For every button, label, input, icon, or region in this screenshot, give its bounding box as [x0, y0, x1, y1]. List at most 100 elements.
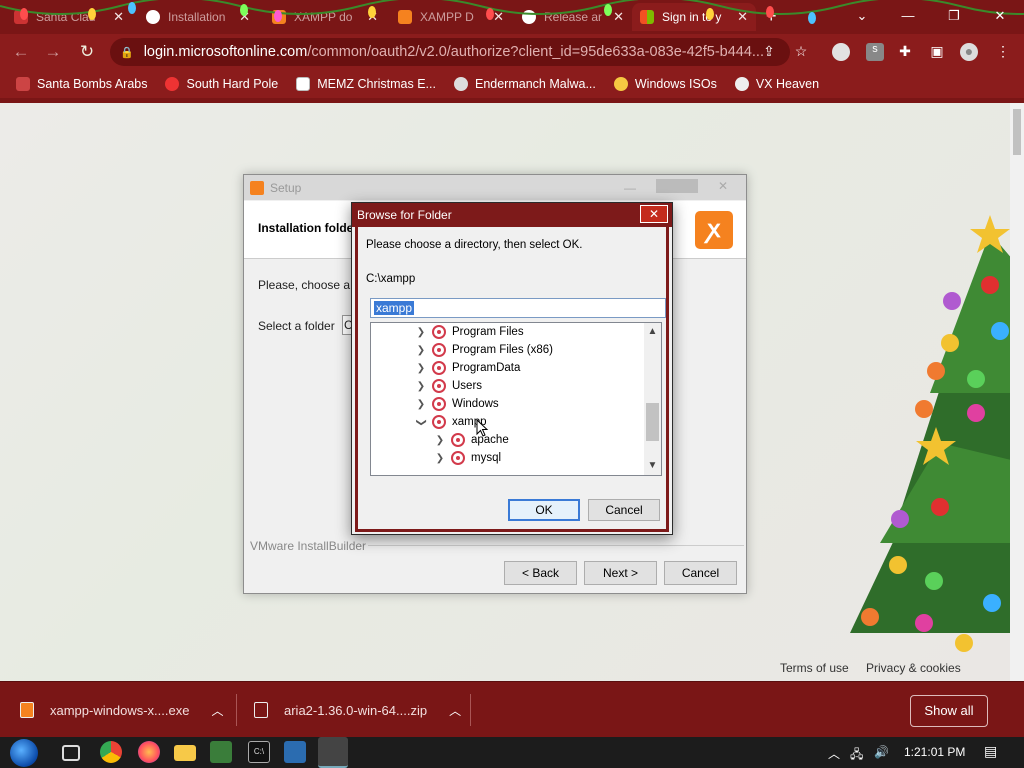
- tree-item-program-files-x86[interactable]: ❯ Program Files (x86): [415, 343, 553, 357]
- volume-icon[interactable]: 🔊: [874, 745, 889, 759]
- divider: [236, 694, 237, 726]
- chevron-up-icon[interactable]: ︿: [211, 702, 223, 719]
- extension-s-icon[interactable]: s: [866, 43, 884, 61]
- tree-item-users[interactable]: ❯ Users: [415, 379, 482, 393]
- folder-tree[interactable]: ❯ Program Files ❯ Program Files (x86) ❯ Pro…: [370, 322, 662, 476]
- scroll-down-arrow-icon[interactable]: ▼: [644, 457, 661, 474]
- tab-search-button[interactable]: ⌄: [840, 4, 884, 28]
- download-item-xampp[interactable]: xampp-windows-x....exe ︿: [20, 682, 223, 738]
- close-tab-icon[interactable]: ✕: [737, 9, 748, 25]
- scroll-up-arrow-icon[interactable]: ▲: [644, 323, 661, 340]
- restore-button[interactable]: ❐: [932, 4, 976, 28]
- chevron-right-icon[interactable]: ❯: [415, 345, 427, 356]
- close-tab-icon[interactable]: ✕: [113, 9, 124, 25]
- xampp-file-icon: [20, 702, 34, 718]
- tab-strip: Santa Clau ✕ Installation ✕ XAMPP do ✕ X…: [0, 0, 1024, 34]
- bookmark-vx-heaven[interactable]: VX Heaven: [734, 77, 819, 91]
- firefox-icon[interactable]: [138, 741, 160, 763]
- tree-item-apache[interactable]: ❯ apache: [434, 433, 509, 447]
- windows-taskbar: C:\ ︿ 🖧 🔊 1:21:01 PM ▤: [0, 737, 1024, 768]
- terms-link[interactable]: Terms of use: [780, 661, 849, 675]
- zip-file-icon: [254, 702, 268, 718]
- close-tab-icon[interactable]: ✕: [239, 9, 250, 25]
- notifications-icon[interactable]: ▤: [984, 743, 997, 760]
- bookmark-star-icon[interactable]: ☆: [792, 43, 810, 61]
- installer-icon[interactable]: [210, 741, 232, 763]
- bookmarks-bar: Santa Bombs Arabs South Hard Pole MEMZ C…: [0, 70, 1024, 98]
- folder-icon: [432, 397, 446, 411]
- close-tab-icon[interactable]: ✕: [493, 9, 504, 25]
- task-view-icon[interactable]: [62, 745, 80, 761]
- reload-icon[interactable]: ↻: [76, 42, 98, 62]
- tree-scrollbar[interactable]: ▲ ▼: [644, 323, 661, 475]
- tab-xampp-download[interactable]: XAMPP do ✕: [264, 3, 386, 31]
- setup-maximize-button[interactable]: [656, 179, 698, 193]
- profile-avatar-icon[interactable]: ●: [960, 43, 978, 61]
- downloads-bar: xampp-windows-x....exe ︿ aria2-1.36.0-wi…: [0, 681, 1024, 737]
- close-tab-icon[interactable]: ✕: [367, 9, 378, 25]
- chevron-right-icon[interactable]: ❯: [434, 435, 446, 446]
- bookmark-windows-isos[interactable]: Windows ISOs: [613, 77, 717, 91]
- scrollbar-thumb[interactable]: [1013, 109, 1021, 155]
- tab-sign-in[interactable]: Sign in to y ✕: [632, 3, 756, 31]
- back-icon[interactable]: ←: [10, 42, 32, 62]
- chevron-right-icon[interactable]: ❯: [415, 327, 427, 338]
- file-explorer-icon[interactable]: [174, 745, 196, 761]
- extension-flag-icon[interactable]: [832, 43, 850, 61]
- show-all-button[interactable]: Show all: [910, 695, 988, 727]
- tab-xampp-docs[interactable]: XAMPP D ✕: [390, 3, 512, 31]
- dialog-body: Please choose a directory, then select O…: [355, 227, 669, 532]
- terminal-icon[interactable]: C:\: [248, 741, 270, 763]
- tree-item-windows[interactable]: ❯ Windows: [415, 397, 499, 411]
- menu-kebab-icon[interactable]: ⋮: [994, 43, 1012, 61]
- tree-item-mysql[interactable]: ❯ mysql: [434, 451, 501, 465]
- tab-santa[interactable]: Santa Clau ✕: [6, 3, 132, 31]
- address-bar[interactable]: 🔒 login.microsoftonline.com/common/oauth…: [110, 38, 790, 66]
- setup-minimize-button[interactable]: —: [624, 181, 636, 195]
- tree-item-program-files[interactable]: ❯ Program Files: [415, 325, 524, 339]
- folder-name-input[interactable]: xampp: [370, 298, 666, 318]
- tab-release[interactable]: Release ar ✕: [514, 3, 632, 31]
- extensions-puzzle-icon[interactable]: ✚: [896, 43, 914, 61]
- download-item-aria2[interactable]: aria2-1.36.0-win-64....zip ︿: [254, 682, 461, 738]
- setup-close-button[interactable]: ✕: [718, 179, 728, 193]
- chevron-right-icon[interactable]: ❯: [415, 399, 427, 410]
- close-tab-icon[interactable]: ✕: [613, 9, 624, 25]
- lock-icon: 🔒: [120, 46, 134, 59]
- dialog-cancel-button[interactable]: Cancel: [588, 499, 660, 521]
- bookmark-memz[interactable]: MEMZ Christmas E...: [296, 77, 436, 91]
- dialog-close-button[interactable]: ✕: [640, 205, 668, 223]
- share-icon[interactable]: ⇪: [760, 43, 778, 61]
- chevron-right-icon[interactable]: ❯: [415, 363, 427, 374]
- remote-desktop-icon[interactable]: [284, 741, 306, 763]
- bookmark-endermanch[interactable]: Endermanch Malwa...: [453, 77, 596, 91]
- tray-chevron-up-icon[interactable]: ︿: [828, 745, 840, 762]
- chevron-up-icon[interactable]: ︿: [449, 702, 461, 719]
- setup-cancel-button[interactable]: Cancel: [664, 561, 737, 585]
- network-icon[interactable]: 🖧: [850, 745, 863, 766]
- tree-scrollbar-thumb[interactable]: [646, 403, 659, 441]
- bookmark-santa-bombs[interactable]: Santa Bombs Arabs: [16, 77, 147, 91]
- tree-item-programdata[interactable]: ❯ ProgramData: [415, 361, 520, 375]
- chevron-down-icon[interactable]: ❯: [416, 416, 427, 428]
- privacy-link[interactable]: Privacy & cookies: [866, 661, 961, 675]
- start-button[interactable]: [10, 739, 38, 767]
- memz-icon: [296, 77, 311, 91]
- ok-button[interactable]: OK: [508, 499, 580, 521]
- minimize-button[interactable]: —: [886, 4, 930, 28]
- clock[interactable]: 1:21:01 PM: [904, 745, 965, 759]
- back-button[interactable]: < Back: [504, 561, 577, 585]
- chrome-icon[interactable]: [100, 741, 122, 763]
- close-window-button[interactable]: ✕: [978, 4, 1022, 28]
- bookmark-south-hard-pole[interactable]: South Hard Pole: [165, 77, 278, 91]
- bulb-icon: [613, 77, 628, 91]
- next-button[interactable]: Next >: [584, 561, 657, 585]
- side-panel-icon[interactable]: ▣: [928, 43, 946, 61]
- new-tab-button[interactable]: +: [766, 6, 777, 27]
- tab-installation[interactable]: Installation ✕: [138, 3, 258, 31]
- forward-icon[interactable]: →: [42, 42, 64, 62]
- setup-taskbar-icon[interactable]: [318, 737, 348, 768]
- page-scrollbar[interactable]: [1010, 103, 1024, 681]
- chevron-right-icon[interactable]: ❯: [415, 381, 427, 392]
- chevron-right-icon[interactable]: ❯: [434, 453, 446, 464]
